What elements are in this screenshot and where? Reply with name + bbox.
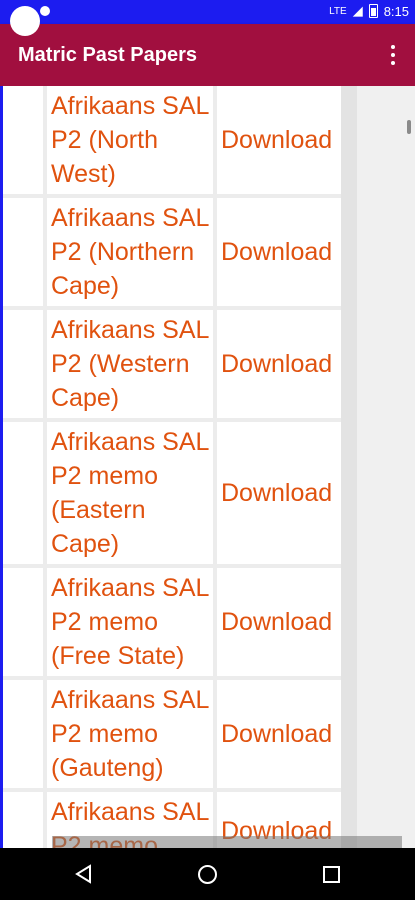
table-row: Afrikaans SAL P2 memo (Eastern Cape) Dow…: [3, 422, 341, 564]
row-blank-cell: [3, 792, 43, 848]
download-link[interactable]: Download: [217, 422, 341, 564]
row-blank-cell: [3, 310, 43, 418]
notification-icon: [10, 6, 40, 36]
download-link[interactable]: Download: [217, 86, 341, 194]
download-link[interactable]: Download: [217, 568, 341, 676]
toast-overlay: [52, 836, 402, 848]
status-icons: LTE ◢ 8:15: [329, 3, 409, 19]
more-vert-icon[interactable]: [381, 42, 405, 68]
side-pane: [357, 86, 415, 848]
download-link[interactable]: Download: [217, 680, 341, 788]
paper-name: Afrikaans SAL P2 (North West): [47, 86, 213, 194]
row-blank-cell: [3, 680, 43, 788]
row-blank-cell: [3, 86, 43, 194]
signal-icon: ◢: [352, 3, 363, 18]
app-bar: Matric Past Papers: [0, 24, 415, 86]
network-label: LTE: [329, 5, 347, 17]
table-row: Afrikaans SAL P2 (Western Cape) Download: [3, 310, 341, 418]
home-icon[interactable]: [198, 865, 217, 884]
papers-table: Afrikaans SAL P2 (North West) Download A…: [3, 86, 341, 848]
battery-icon: [368, 4, 378, 18]
table-row: Afrikaans SAL P2 memo (Free State) Downl…: [3, 568, 341, 676]
paper-name: Afrikaans SAL P2 memo (Eastern Cape): [47, 422, 213, 564]
status-time: 8:15: [383, 3, 409, 19]
paper-name: Afrikaans SAL P2 memo (Gauteng): [47, 680, 213, 788]
back-icon[interactable]: [74, 864, 94, 884]
download-link[interactable]: Download: [217, 310, 341, 418]
row-blank-cell: [3, 198, 43, 306]
paper-name: Afrikaans SAL P2 (Northern Cape): [47, 198, 213, 306]
app-title: Matric Past Papers: [18, 44, 197, 66]
table-scroll-gutter: [341, 86, 357, 848]
notification-dot-icon: [40, 6, 50, 16]
row-blank-cell: [3, 568, 43, 676]
table-row: Afrikaans SAL P2 (North West) Download: [3, 86, 341, 194]
papers-list[interactable]: Afrikaans SAL P2 (North West) Download A…: [0, 86, 415, 848]
paper-name: Afrikaans SAL P2 (Western Cape): [47, 310, 213, 418]
recents-icon[interactable]: [323, 866, 340, 883]
paper-name: Afrikaans SAL P2 memo (Free State): [47, 568, 213, 676]
row-blank-cell: [3, 422, 43, 564]
scrollbar-thumb[interactable]: [407, 120, 411, 134]
table-row: Afrikaans SAL P2 (Northern Cape) Downloa…: [3, 198, 341, 306]
status-bar: LTE ◢ 8:15: [0, 0, 415, 36]
download-link[interactable]: Download: [217, 198, 341, 306]
navigation-bar: [0, 848, 415, 900]
table-row: Afrikaans SAL P2 memo (Gauteng) Download: [3, 680, 341, 788]
